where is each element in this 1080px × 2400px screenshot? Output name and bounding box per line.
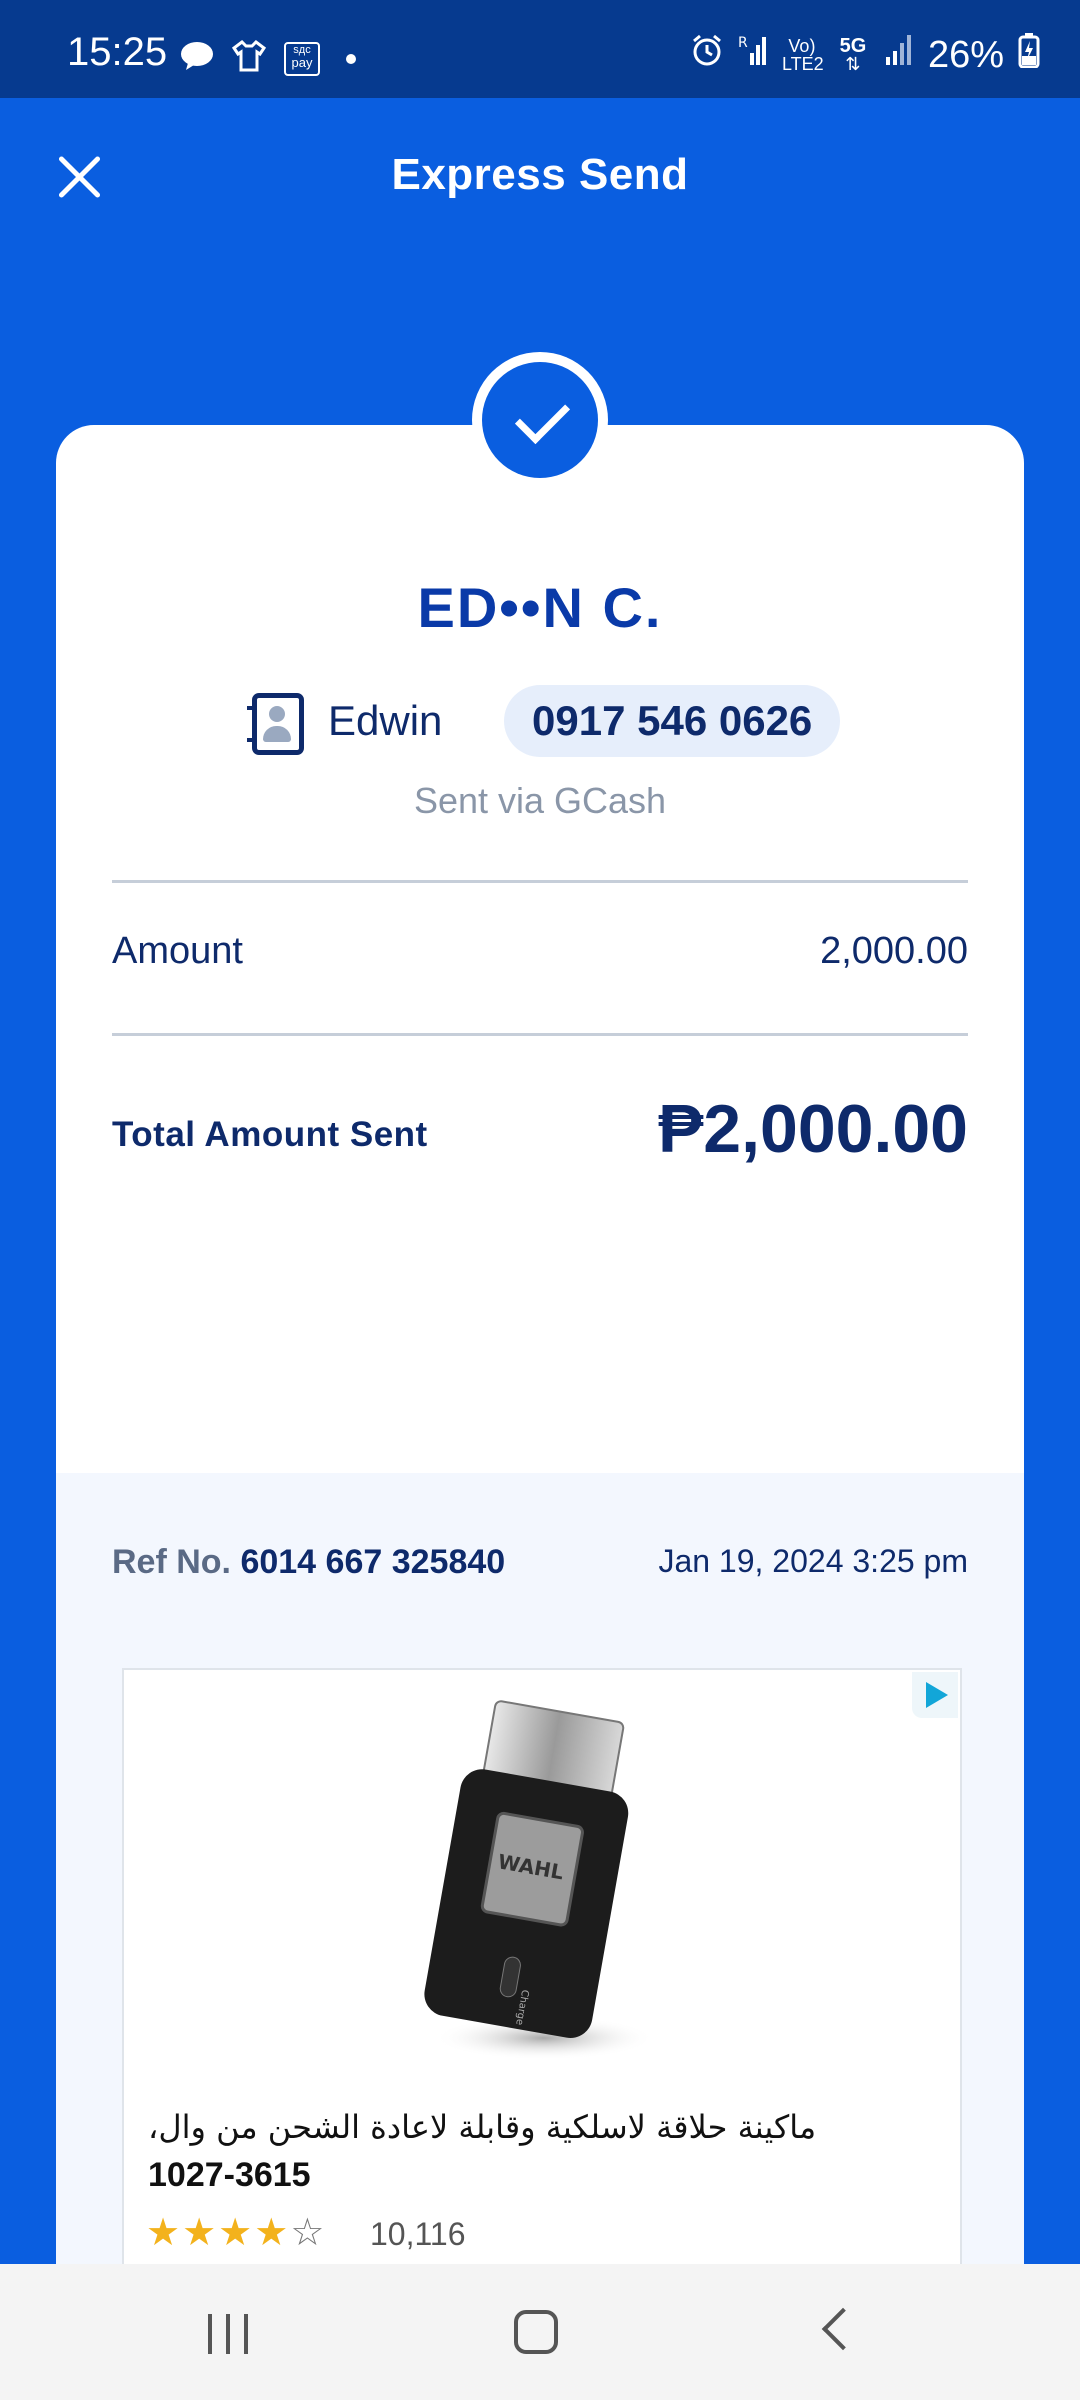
svg-text:R: R (738, 35, 748, 51)
volte-icon: Vo) LTE2 (781, 36, 824, 74)
status-bar: 15:25 sдc pay R Vo) LTE2 5G ⇅ 26% (0, 0, 1080, 98)
back-button[interactable] (821, 2307, 865, 2351)
battery-percent: 26% (927, 33, 1004, 76)
check-icon (482, 362, 598, 478)
amount-label: Amount (112, 930, 243, 972)
system-nav-bar (0, 2264, 1080, 2400)
ref-number: 6014 667 325840 (240, 1543, 506, 1581)
recent-apps-button[interactable] (208, 2314, 252, 2354)
phone-number-pill: 0917 546 0626 (504, 685, 841, 757)
alarm-icon (690, 33, 724, 77)
contact-row: Edwin 0917 546 0626 (56, 685, 1024, 761)
signal-r-icon: R (738, 33, 768, 77)
contact-book-icon (247, 693, 304, 755)
pay-icon-top: sдc (293, 43, 311, 56)
home-button[interactable] (514, 2310, 558, 2354)
ad-code: 1027-3615 (148, 2156, 311, 2194)
dot-icon (346, 53, 356, 64)
pay-icon: sдc pay (284, 41, 320, 76)
success-check-badge (472, 352, 608, 488)
app-header: Express Send (0, 98, 1080, 258)
shirt-icon (231, 40, 267, 77)
adchoices-icon[interactable] (912, 1672, 958, 1718)
ad-title[interactable]: ماكينة حلاقة لاسلكية وقابلة لاعادة الشحن… (148, 2108, 948, 2146)
total-value: ₱2,000.00 (657, 1091, 968, 1167)
amount-value: 2,000.00 (820, 930, 968, 972)
reference-section: Ref No. 6014 667 325840 Jan 19, 2024 3:2… (56, 1473, 1024, 2400)
star-filled-icon: ★ (146, 2212, 183, 2254)
5g-label: 5G (839, 35, 867, 57)
pay-icon-label: pay (291, 54, 313, 70)
data-arrows-icon: ⇅ (845, 54, 861, 74)
volte-top: Vo) (788, 36, 816, 56)
5g-icon: 5G ⇅ (836, 35, 870, 74)
divider (112, 1033, 968, 1036)
total-label: Total Amount Sent (112, 1115, 428, 1154)
star-empty-icon: ☆ (290, 2212, 327, 2254)
recipient-masked-name: ED••N C. (417, 576, 663, 639)
status-right-icons: R Vo) LTE2 5G ⇅ 26% (690, 32, 1040, 78)
signal-icon (884, 33, 914, 77)
page-title: Express Send (391, 150, 689, 199)
ad-banner[interactable]: WAHL Charge ماكينة حلاقة لاسلكية وقابلة … (122, 1668, 962, 2368)
star-rating: ★★★★☆ (146, 2210, 326, 2255)
chat-icon (180, 41, 214, 76)
transaction-datetime: Jan 19, 2024 3:25 pm (658, 1543, 968, 1579)
review-count: 10,116 (370, 2216, 466, 2252)
star-filled-icon: ★ (254, 2212, 291, 2254)
star-filled-icon: ★ (182, 2212, 219, 2254)
sent-via-text: Sent via GCash (413, 780, 667, 821)
status-left-icons: sдc pay (180, 40, 356, 77)
status-time: 15:25 (67, 30, 168, 74)
battery-charging-icon (1018, 32, 1040, 78)
volte-bottom: LTE2 (781, 54, 824, 74)
star-filled-icon: ★ (218, 2212, 255, 2254)
receipt-card: ED••N C. Edwin 0917 546 0626 Sent via GC… (56, 425, 1024, 2400)
divider (112, 880, 968, 883)
reference-number: Ref No. 6014 667 325840 (112, 1543, 505, 1582)
ref-label: Ref No. (112, 1543, 231, 1581)
contact-name: Edwin (328, 697, 443, 744)
shaver-product-image: WAHL Charge (424, 1700, 654, 2060)
